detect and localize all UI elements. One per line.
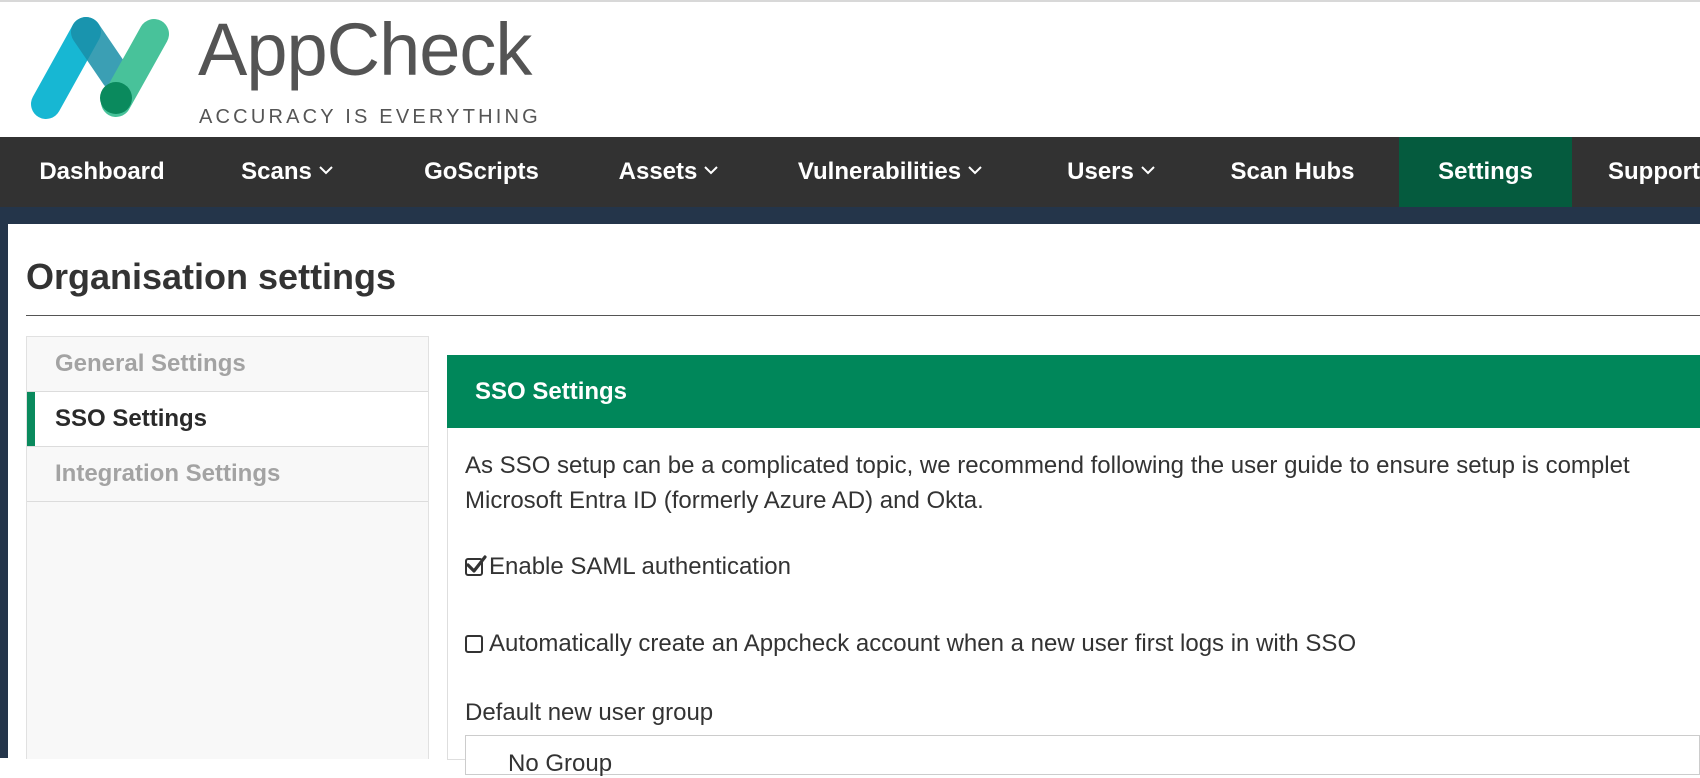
enable-saml-label: Enable SAML authentication [489, 553, 791, 580]
nav-scans[interactable]: Scans [204, 137, 370, 207]
nav-shadow-band [0, 207, 1700, 224]
nav-support[interactable]: Support [1572, 137, 1700, 207]
sso-panel-header: SSO Settings [447, 355, 1700, 428]
nav-scan-hubs-label: Scan Hubs [1230, 158, 1355, 185]
sidebar-item-integration-settings[interactable]: Integration Settings [27, 447, 428, 502]
nav-vulnerabilities[interactable]: Vulnerabilities [744, 137, 1036, 207]
chevron-down-icon [1141, 165, 1155, 174]
nav-scan-hubs[interactable]: Scan Hubs [1186, 137, 1399, 207]
brand-name: AppCheck [198, 8, 532, 91]
auto-create-label: Automatically create an Appcheck account… [489, 630, 1357, 657]
chevron-down-icon [704, 165, 719, 174]
auto-create-row: Automatically create an Appcheck account… [465, 630, 1356, 658]
enable-saml-checkbox[interactable] [465, 555, 487, 576]
nav-dashboard-label: Dashboard [39, 158, 165, 185]
nav-assets-label: Assets [618, 158, 698, 185]
nav-vulnerabilities-label: Vulnerabilities [797, 158, 962, 185]
nav-scans-label: Scans [241, 158, 312, 185]
page-title: Organisation settings [26, 256, 397, 297]
brand-tagline: ACCURACY IS EVERYTHING [199, 106, 541, 128]
sidebar-item-label: General Settings [55, 350, 246, 377]
appcheck-logo-icon [31, 17, 169, 119]
page-left-edge [0, 224, 8, 758]
default-group-select[interactable]: No Group [465, 735, 1700, 777]
enable-saml-row: Enable SAML authentication [465, 553, 791, 581]
nav-support-label: Support [1608, 158, 1700, 185]
sso-panel-title: SSO Settings [475, 378, 628, 405]
check-icon [466, 555, 487, 573]
title-divider [26, 315, 1700, 316]
site-header: AppCheck ACCURACY IS EVERYTHING [0, 2, 1700, 137]
default-group-label: Default new user group [465, 699, 714, 726]
chevron-down-icon [319, 165, 333, 174]
nav-dashboard[interactable]: Dashboard [0, 137, 204, 207]
auto-create-checkbox[interactable] [465, 635, 483, 653]
nav-goscripts[interactable]: GoScripts [370, 137, 593, 207]
nav-assets[interactable]: Assets [593, 137, 744, 207]
nav-users-label: Users [1067, 158, 1134, 185]
main-nav: Dashboard Scans GoScripts Assets Vulnera… [0, 137, 1700, 207]
sidebar-item-sso-settings[interactable]: SSO Settings [27, 392, 428, 447]
sidebar-item-label: SSO Settings [55, 405, 208, 432]
nav-users[interactable]: Users [1036, 137, 1186, 207]
sso-intro-line-1: As SSO setup can be a complicated topic,… [465, 452, 1630, 479]
nav-settings-label: Settings [1438, 158, 1533, 185]
settings-sidebar: General Settings SSO Settings Integratio… [26, 336, 429, 759]
chevron-down-icon [968, 165, 982, 174]
sso-intro-line-2: Microsoft Entra ID (formerly Azure AD) a… [465, 487, 984, 514]
nav-goscripts-label: GoScripts [424, 158, 539, 185]
sidebar-item-general-settings[interactable]: General Settings [27, 337, 428, 392]
sidebar-item-label: Integration Settings [55, 460, 281, 487]
nav-settings[interactable]: Settings [1399, 137, 1572, 207]
sso-intro-text: As SSO setup can be a complicated topic,… [465, 448, 1700, 518]
default-group-value: No Group [508, 750, 613, 777]
